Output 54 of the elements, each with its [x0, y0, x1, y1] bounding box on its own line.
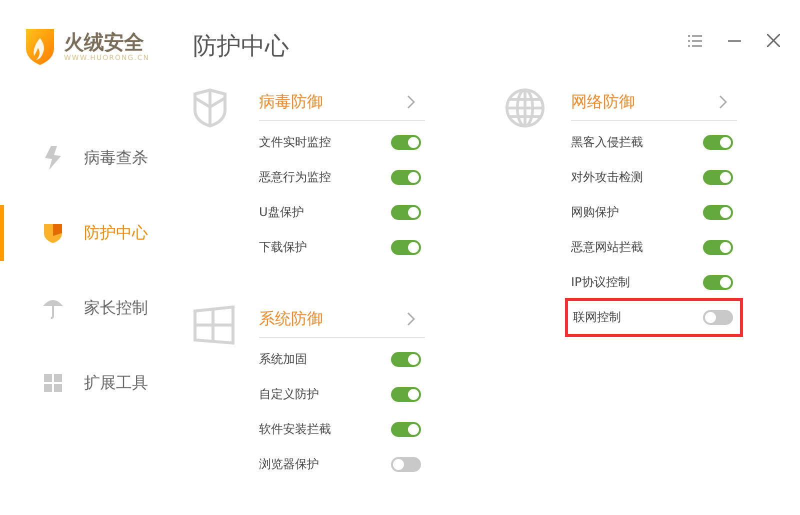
setting-label: 文件实时监控 — [259, 134, 331, 151]
sidebar-item[interactable]: 家长控制 — [0, 280, 175, 336]
setting-label: U盘保护 — [259, 204, 304, 221]
page-title: 防护中心 — [193, 31, 289, 62]
shield-icon — [193, 88, 227, 128]
setting-label: 网购保护 — [571, 204, 619, 221]
toggle-switch[interactable] — [391, 422, 421, 437]
sidebar-item[interactable]: 防护中心 — [0, 205, 175, 261]
section-title: 系统防御 — [259, 308, 323, 330]
minimize-icon[interactable] — [728, 40, 741, 42]
toggle-switch[interactable] — [703, 170, 733, 185]
toggle-switch[interactable] — [703, 205, 733, 220]
section-title: 网络防御 — [571, 92, 635, 112]
setting-label: 联网控制 — [573, 309, 621, 326]
close-icon[interactable] — [767, 34, 780, 47]
lightning-icon — [42, 146, 64, 170]
chevron-right-icon[interactable] — [407, 312, 415, 326]
toggle-switch[interactable] — [703, 275, 733, 290]
toggle-switch[interactable] — [391, 135, 421, 150]
setting-label: 恶意行为监控 — [259, 169, 331, 186]
setting-label: 恶意网站拦截 — [571, 239, 643, 256]
setting-label: 黑客入侵拦截 — [571, 134, 643, 151]
toggle-switch[interactable] — [391, 352, 421, 367]
setting-label: 浏览器保护 — [259, 456, 319, 473]
toggle-switch[interactable] — [391, 387, 421, 402]
flame-shield-logo-icon — [24, 26, 56, 66]
toggle-switch[interactable] — [391, 457, 421, 472]
globe-icon — [505, 88, 545, 128]
section-title: 病毒防御 — [259, 92, 323, 112]
setting-label: IP协议控制 — [571, 274, 630, 291]
menu-icon[interactable] — [688, 34, 702, 46]
umbrella-icon — [42, 297, 64, 319]
toggle-switch[interactable] — [391, 170, 421, 185]
sidebar-item[interactable]: 病毒查杀 — [0, 130, 175, 186]
chevron-right-icon[interactable] — [719, 95, 727, 109]
setting-label: 下载保护 — [259, 239, 307, 256]
toggle-switch[interactable] — [703, 135, 733, 150]
setting-label: 系统加固 — [259, 351, 307, 368]
toggle-switch[interactable] — [391, 240, 421, 255]
section-header[interactable]: 系统防御 — [259, 301, 425, 338]
brand-name: 火绒安全 — [64, 30, 145, 54]
setting-label: 自定义防护 — [259, 386, 319, 403]
toggle-switch[interactable] — [703, 240, 733, 255]
chevron-right-icon[interactable] — [407, 95, 415, 109]
toggle-switch[interactable] — [703, 310, 733, 325]
sidebar-item[interactable]: 扩展工具 — [0, 355, 175, 411]
section-header[interactable]: 网络防御 — [571, 84, 737, 121]
setting-label: 对外攻击检测 — [571, 169, 643, 186]
windows-logo-icon — [193, 305, 235, 345]
grid-icon — [42, 374, 64, 392]
section-header[interactable]: 病毒防御 — [259, 84, 425, 121]
shield-icon — [42, 222, 64, 244]
toggle-switch[interactable] — [391, 205, 421, 220]
setting-label: 软件安装拦截 — [259, 421, 331, 438]
